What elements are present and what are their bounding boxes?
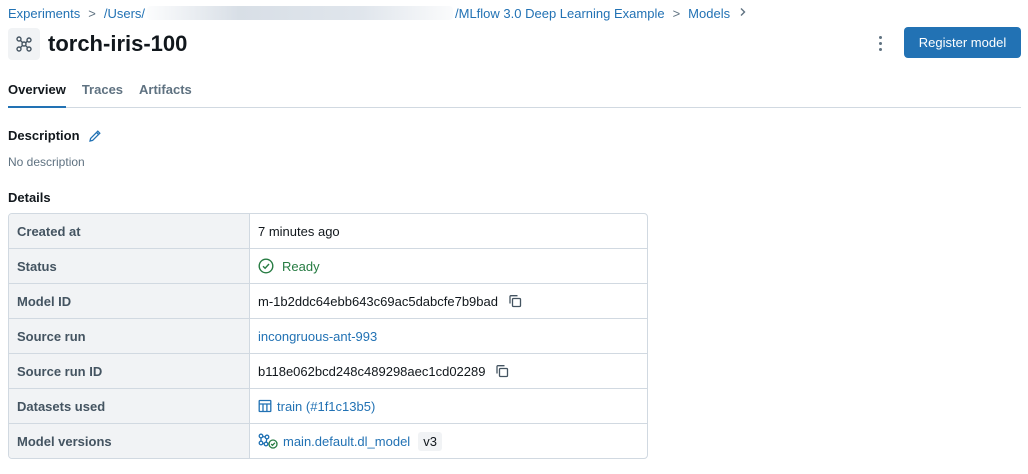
copy-icon[interactable] bbox=[508, 294, 522, 308]
page-title: torch-iris-100 bbox=[48, 31, 188, 56]
row-label: Source run ID bbox=[9, 354, 250, 388]
copy-icon[interactable] bbox=[495, 364, 509, 378]
table-row: Status Ready bbox=[9, 249, 647, 284]
model-version-link[interactable]: main.default.dl_model bbox=[283, 434, 410, 449]
model-versions-value: main.default.dl_model v3 bbox=[250, 424, 647, 458]
breadcrumb-separator: > bbox=[672, 5, 681, 21]
status-badge: Ready bbox=[282, 258, 320, 274]
tab-bar: Overview Traces Artifacts bbox=[8, 80, 1021, 108]
datasets-value: train (#1f1c13b5) bbox=[250, 389, 647, 423]
tab-traces[interactable]: Traces bbox=[82, 80, 123, 107]
description-title: Description bbox=[8, 128, 80, 143]
details-heading: Details bbox=[8, 190, 51, 205]
breadcrumb-models[interactable]: Models bbox=[688, 6, 730, 21]
chevron-right-icon bbox=[738, 6, 748, 20]
page-header: torch-iris-100 bbox=[8, 28, 187, 60]
registered-model-icon bbox=[258, 433, 278, 449]
source-run-id-text: b118e062bcd248c489298aec1cd02289 bbox=[258, 363, 486, 379]
table-row: Source run ID b118e062bcd248c489298aec1c… bbox=[9, 354, 647, 389]
redacted-path bbox=[147, 6, 454, 20]
table-row: Created at 7 minutes ago bbox=[9, 214, 647, 249]
created-at-value: 7 minutes ago bbox=[258, 223, 340, 239]
table-row: Model ID m-1b2ddc64ebb643c69ac5dabcfe7b9… bbox=[9, 284, 647, 319]
row-label: Model ID bbox=[9, 284, 250, 318]
tab-overview[interactable]: Overview bbox=[8, 80, 66, 108]
breadcrumb-experiment[interactable]: /MLflow 3.0 Deep Learning Example bbox=[455, 6, 665, 21]
row-label: Created at bbox=[9, 214, 250, 248]
details-table: Created at 7 minutes ago Status Ready Mo… bbox=[8, 213, 648, 459]
source-run-link[interactable]: incongruous-ant-993 bbox=[258, 329, 377, 344]
breadcrumb: Experiments > /Users/ /MLflow 3.0 Deep L… bbox=[8, 5, 748, 21]
row-label: Source run bbox=[9, 319, 250, 353]
pencil-icon[interactable] bbox=[88, 129, 102, 143]
breadcrumb-users[interactable]: /Users/ bbox=[104, 6, 145, 21]
breadcrumb-experiments[interactable]: Experiments bbox=[8, 6, 80, 21]
tab-artifacts[interactable]: Artifacts bbox=[139, 80, 192, 107]
status-value: Ready bbox=[250, 249, 647, 283]
table-icon bbox=[258, 399, 272, 413]
source-run-id-value: b118e062bcd248c489298aec1cd02289 bbox=[250, 354, 647, 388]
table-row: Datasets used train (#1f1c13b5) bbox=[9, 389, 647, 424]
model-id-value: m-1b2ddc64ebb643c69ac5dabcfe7b9bad bbox=[250, 284, 647, 318]
dataset-link[interactable]: train (#1f1c13b5) bbox=[277, 399, 375, 414]
model-id-text: m-1b2ddc64ebb643c69ac5dabcfe7b9bad bbox=[258, 293, 498, 309]
row-label: Model versions bbox=[9, 424, 250, 458]
source-run-value: incongruous-ant-993 bbox=[250, 319, 647, 353]
check-circle-icon bbox=[258, 258, 274, 274]
breadcrumb-separator: > bbox=[88, 5, 96, 21]
version-tag: v3 bbox=[418, 431, 442, 451]
model-icon bbox=[8, 28, 40, 60]
description-heading: Description bbox=[8, 128, 102, 143]
kebab-menu-icon[interactable] bbox=[870, 31, 890, 55]
row-label: Datasets used bbox=[9, 389, 250, 423]
table-row: Source run incongruous-ant-993 bbox=[9, 319, 647, 354]
description-text: No description bbox=[8, 155, 85, 169]
table-row: Model versions main.default.dl_model v3 bbox=[9, 424, 647, 458]
row-label: Status bbox=[9, 249, 250, 283]
register-model-button[interactable]: Register model bbox=[904, 27, 1021, 58]
